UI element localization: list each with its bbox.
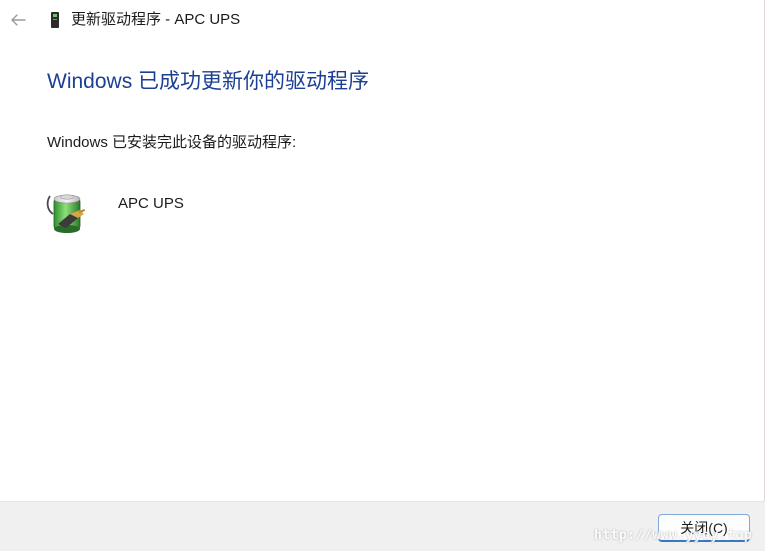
battery-plug-icon <box>46 194 86 233</box>
device-small-icon <box>51 12 59 28</box>
install-complete-text: Windows 已安装完此设备的驱动程序: <box>47 134 297 151</box>
page-heading: Windows 已成功更新你的驱动程序 <box>47 70 370 93</box>
device-name: APC UPS <box>118 195 184 212</box>
back-arrow-icon <box>11 14 26 26</box>
driver-update-window: 更新驱动程序 - APC UPS Windows 已成功更新你的驱动程序 Win… <box>0 0 765 551</box>
window-title: 更新驱动程序 - APC UPS <box>71 11 241 28</box>
device-item: APC UPS <box>44 188 444 236</box>
title-bar: 更新驱动程序 - APC UPS <box>0 0 765 40</box>
dialog-footer: 关闭(C) <box>0 501 765 551</box>
watermark-text: http://www.yydy.top <box>594 528 753 543</box>
back-button[interactable] <box>6 8 30 32</box>
